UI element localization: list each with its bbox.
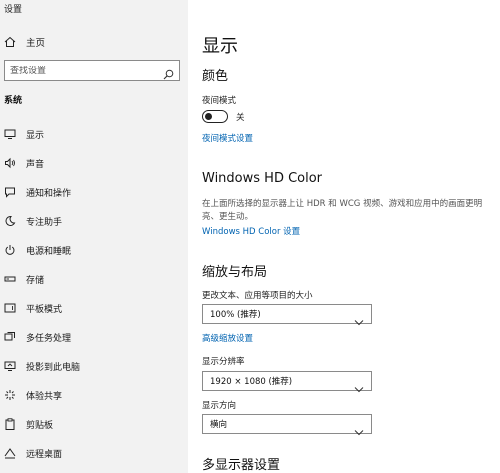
speaker-icon (4, 157, 16, 169)
monitor-icon (4, 128, 16, 140)
text-size-select[interactable]: 100% (推荐) (202, 304, 372, 326)
scale-layout-heading: 缩放与布局 (202, 265, 268, 280)
power-icon (4, 244, 16, 256)
multitask-icon (4, 331, 16, 343)
chevron-down-icon (354, 311, 364, 330)
sidebar: 设置 主页 系统 显示 声音 通知和操作 专注助手 电源和睡眠 存储 平板 (0, 0, 188, 473)
resolution-label: 显示分辨率 (202, 357, 245, 367)
sidebar-item-shared-experiences[interactable]: 体验共享 (0, 385, 188, 405)
search-input[interactable] (10, 65, 160, 76)
resolution-select[interactable]: 1920 × 1080 (推荐) (202, 371, 372, 393)
sidebar-item-clipboard[interactable]: 剪贴板 (0, 414, 188, 434)
sidebar-item-power[interactable]: 电源和睡眠 (0, 240, 188, 260)
sidebar-item-display[interactable]: 显示 (0, 124, 188, 144)
sidebar-item-label: 远程桌面 (26, 449, 63, 460)
search-box[interactable] (4, 60, 180, 81)
storage-icon (4, 273, 16, 285)
chevron-down-icon (354, 378, 364, 397)
sidebar-item-label: 电源和睡眠 (26, 246, 72, 257)
sidebar-item-label: 存储 (26, 275, 45, 286)
sidebar-item-sound[interactable]: 声音 (0, 153, 188, 173)
hdr-description: 在上面所选择的显示器上让 HDR 和 WCG 视频、游戏和应用中的画面更明亮、更… (202, 199, 483, 222)
sidebar-item-tablet-mode[interactable]: 平板模式 (0, 298, 188, 318)
window-title: 设置 (4, 5, 23, 15)
chevron-down-icon (354, 421, 364, 440)
moon-icon (4, 215, 16, 227)
night-light-state: 关 (236, 113, 245, 123)
search-icon[interactable] (163, 65, 174, 84)
color-heading: 颜色 (202, 69, 229, 84)
sidebar-item-project[interactable]: 投影到此电脑 (0, 356, 188, 376)
sidebar-item-storage[interactable]: 存储 (0, 269, 188, 289)
sidebar-item-label: 多任务处理 (26, 333, 72, 344)
home-label: 主页 (26, 38, 46, 49)
night-light-settings-link[interactable]: 夜间模式设置 (202, 132, 253, 144)
home-icon (4, 33, 16, 52)
orientation-select[interactable]: 横向 (202, 414, 372, 436)
notification-icon (4, 186, 16, 198)
remote-desktop-icon (4, 447, 16, 459)
sidebar-item-label: 剪贴板 (26, 420, 54, 431)
orientation-label: 显示方向 (202, 401, 237, 411)
sidebar-item-notifications[interactable]: 通知和操作 (0, 182, 188, 202)
main-content: 显示 颜色 夜间模式 关 夜间模式设置 Windows HD Color 在上面… (188, 0, 500, 473)
tablet-icon (4, 302, 16, 314)
text-size-value: 100% (推荐) (210, 310, 261, 320)
sidebar-item-label: 平板模式 (26, 304, 63, 315)
home-nav-item[interactable]: 主页 (4, 34, 45, 50)
toggle-knob (205, 112, 212, 120)
night-light-toggle[interactable] (202, 110, 228, 123)
advanced-scaling-link[interactable]: 高级缩放设置 (202, 332, 253, 344)
sidebar-item-label: 投影到此电脑 (26, 362, 81, 373)
share-icon (4, 389, 16, 401)
page-title: 显示 (202, 36, 238, 57)
hdr-heading: Windows HD Color (202, 171, 323, 186)
orientation-value: 横向 (210, 420, 228, 430)
sidebar-item-label: 体验共享 (26, 391, 63, 402)
sidebar-item-label: 通知和操作 (26, 188, 72, 199)
section-header-system: 系统 (4, 96, 23, 106)
sidebar-item-label: 声音 (26, 159, 45, 170)
hdr-settings-link[interactable]: Windows HD Color 设置 (202, 225, 300, 237)
sidebar-item-label: 显示 (26, 130, 45, 141)
sidebar-item-focus-assist[interactable]: 专注助手 (0, 211, 188, 231)
text-size-label: 更改文本、应用等项目的大小 (202, 291, 313, 301)
sidebar-item-label: 专注助手 (26, 217, 63, 228)
multi-display-heading: 多显示器设置 (202, 458, 281, 473)
resolution-value: 1920 × 1080 (推荐) (210, 377, 293, 387)
sidebar-item-multitasking[interactable]: 多任务处理 (0, 327, 188, 347)
sidebar-item-remote-desktop[interactable]: 远程桌面 (0, 443, 188, 463)
project-icon (4, 360, 16, 372)
night-light-label: 夜间模式 (202, 96, 237, 106)
clipboard-icon (4, 418, 16, 430)
